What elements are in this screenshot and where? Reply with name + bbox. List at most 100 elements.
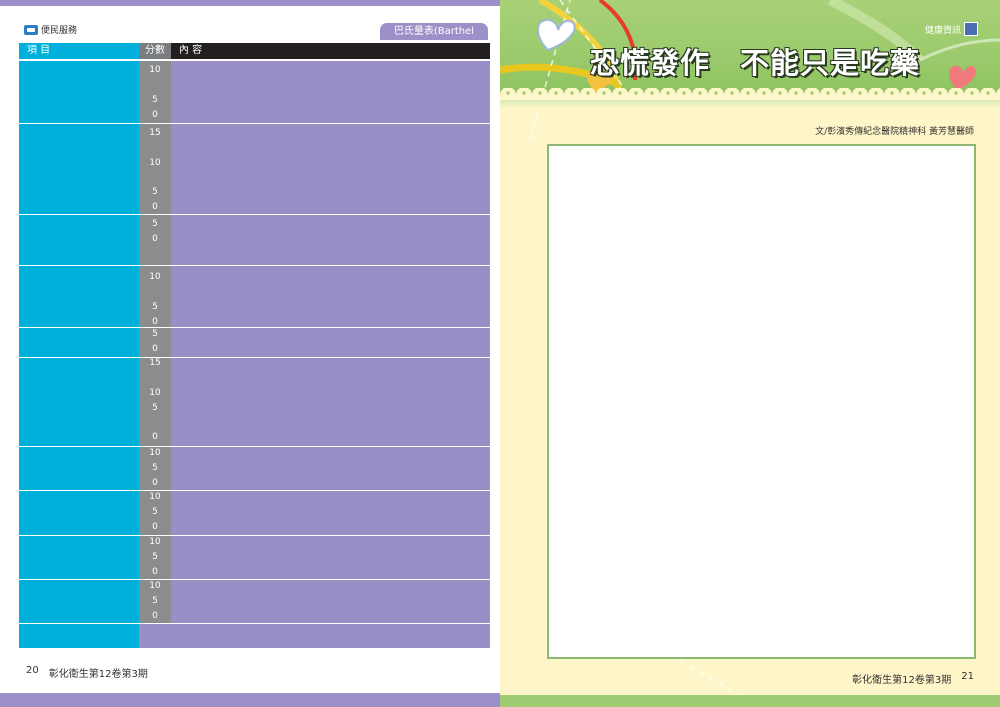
page-number: 21 xyxy=(961,671,974,682)
table-title-tab: 巴氏量表(Barthel Index) xyxy=(380,23,488,54)
score-value: 0 xyxy=(152,317,158,327)
item-cell xyxy=(19,328,139,357)
score-value: 5 xyxy=(152,187,158,197)
content-cell xyxy=(171,266,490,327)
top-color-bar xyxy=(0,0,500,6)
table-row: 10 5 0 xyxy=(19,447,490,490)
content-cell xyxy=(171,447,490,490)
lace-dot xyxy=(746,91,750,95)
item-cell xyxy=(19,61,139,123)
lace-dot xyxy=(954,91,958,95)
content-cell xyxy=(171,358,490,446)
score-value: 5 xyxy=(152,463,158,473)
header-content: 內 容 xyxy=(171,43,490,59)
content-cell xyxy=(171,536,490,579)
lace-dot xyxy=(890,91,894,95)
lace-dot xyxy=(682,91,686,95)
score-value: 5 xyxy=(152,302,158,312)
lace-dot xyxy=(634,91,638,95)
score-value: 5 xyxy=(152,596,158,606)
score-value: 0 xyxy=(152,110,158,120)
publication-name: 彰化衛生第12卷第3期 xyxy=(852,675,952,686)
pen-icon xyxy=(964,22,978,36)
header-score: 分數 xyxy=(139,43,171,59)
score-value: 10 xyxy=(149,581,161,591)
item-cell xyxy=(19,266,139,327)
lace-dot xyxy=(650,91,654,95)
lace-dot xyxy=(842,91,846,95)
score-value: 5 xyxy=(152,552,158,562)
section-tag: 健康資訊 xyxy=(925,22,978,36)
score-value: 0 xyxy=(152,567,158,577)
score-value: 10 xyxy=(149,388,161,398)
table-row xyxy=(19,624,490,648)
score-cell xyxy=(139,624,171,648)
content-cell xyxy=(171,580,490,623)
score-value: 5 xyxy=(152,403,158,413)
content-cell xyxy=(171,624,490,648)
item-cell xyxy=(19,536,139,579)
lace-dot xyxy=(906,91,910,95)
table-row: 50 xyxy=(19,215,490,265)
lace-dot xyxy=(666,91,670,95)
table-row: 10 5 0 xyxy=(19,61,490,123)
score-value: 10 xyxy=(149,158,161,168)
lace-dot xyxy=(714,91,718,95)
table-row: 15 10 5 0 xyxy=(19,124,490,214)
score-cell: 10 5 0 xyxy=(139,61,171,123)
table-row: 10 5 0 xyxy=(19,266,490,327)
score-value: 15 xyxy=(149,358,161,368)
table-row: 15 10 5 0 xyxy=(19,358,490,446)
score-value: 10 xyxy=(149,537,161,547)
score-value: 0 xyxy=(152,234,158,244)
lace-dot xyxy=(730,91,734,95)
score-cell: 50 xyxy=(139,328,171,357)
lace-dot xyxy=(570,91,574,95)
score-value: 0 xyxy=(152,202,158,212)
score-value: 0 xyxy=(152,611,158,621)
score-value: 0 xyxy=(152,344,158,354)
score-cell: 10 5 0 xyxy=(139,536,171,579)
score-value: 10 xyxy=(149,65,161,75)
lace-dot xyxy=(586,91,590,95)
left-page: 便民服務 巴氏量表(Barthel Index) 項 目 分數 內 容 1050… xyxy=(0,0,500,707)
lace-dot xyxy=(506,91,510,95)
table-row: 10 5 0 xyxy=(19,536,490,579)
score-cell: 15 10 5 0 xyxy=(139,358,171,446)
item-cell xyxy=(19,491,139,535)
lace-dot xyxy=(826,91,830,95)
header-shadow xyxy=(500,100,1000,108)
score-value: 5 xyxy=(152,329,158,339)
article-title: 恐慌發作 不能只是吃藥 xyxy=(590,46,921,80)
lace-dot xyxy=(922,91,926,95)
score-value: 0 xyxy=(152,432,158,442)
table-row: 10 5 0 xyxy=(19,491,490,535)
score-cell: 10 5 0 xyxy=(139,447,171,490)
author-line: 文/彰濱秀傳紀念醫院精神科 黃芳慧醫師 xyxy=(815,127,974,137)
content-frame xyxy=(547,144,976,659)
content-cell xyxy=(171,328,490,357)
publication-name: 彰化衛生第12卷第3期 xyxy=(48,669,148,680)
bottom-color-bar xyxy=(500,695,1000,707)
lace-dot xyxy=(858,91,862,95)
lace-dot xyxy=(618,91,622,95)
table-row: 50 xyxy=(19,328,490,357)
right-page: 健康資訊 恐慌發作 不能只是吃藥 文/彰濱秀傳紀念醫院精神科 黃芳慧醫師 彰化衛… xyxy=(500,0,1000,707)
table-header: 項 目 分數 內 容 xyxy=(19,43,490,59)
score-cell: 10 5 0 xyxy=(139,491,171,535)
lace-dot xyxy=(986,91,990,95)
content-cell xyxy=(171,215,490,265)
score-value: 5 xyxy=(152,95,158,105)
lace-dot xyxy=(522,91,526,95)
section-tag-label: 健康資訊 xyxy=(924,25,961,36)
score-value: 0 xyxy=(152,478,158,488)
item-cell xyxy=(19,215,139,265)
section-tag-label: 便民服務 xyxy=(41,26,78,36)
score-value: 5 xyxy=(152,507,158,517)
section-tag: 便民服務 xyxy=(24,23,77,36)
score-cell: 10 5 0 xyxy=(139,580,171,623)
lace-dot xyxy=(602,91,606,95)
header-item: 項 目 xyxy=(19,43,139,59)
page-number: 20 xyxy=(26,665,39,676)
right-footer: 彰化衛生第12卷第3期 21 xyxy=(852,671,974,686)
